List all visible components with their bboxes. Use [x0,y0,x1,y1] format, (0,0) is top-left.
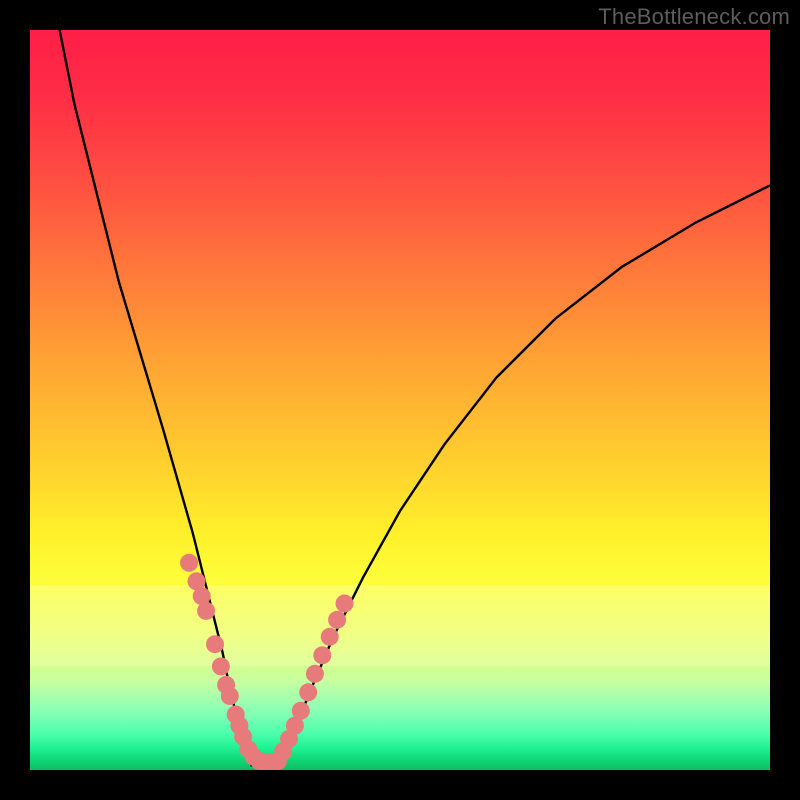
outer-frame: TheBottleneck.com [0,0,800,800]
plot-area [30,30,770,770]
chart-svg [30,30,770,770]
left-curve [60,30,252,766]
watermark-text: TheBottleneck.com [598,4,790,30]
left-markers [180,554,279,770]
right-curve [274,185,770,766]
right-markers [269,595,354,771]
